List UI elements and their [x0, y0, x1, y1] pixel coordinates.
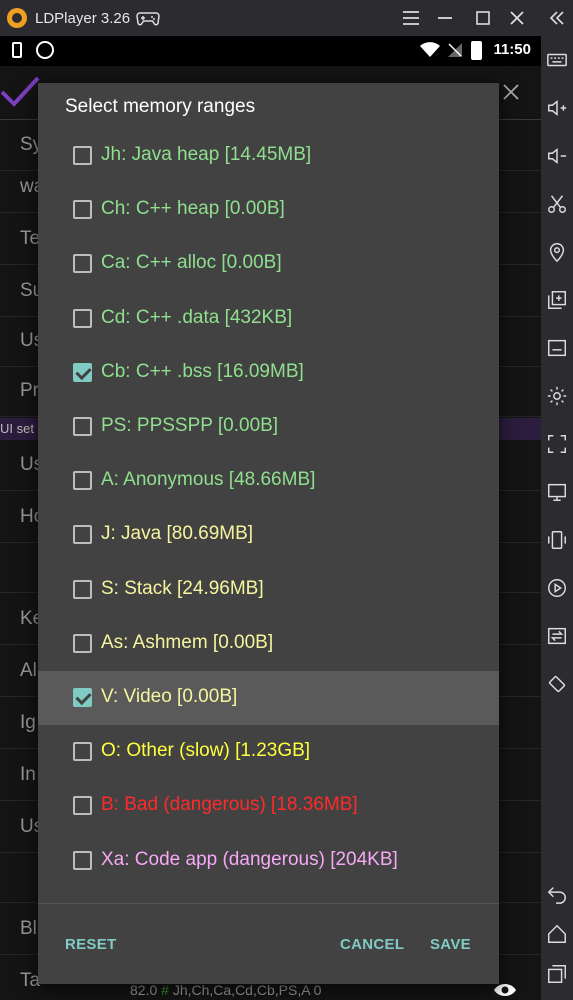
memory-range-option[interactable]: O: Other (slow) [1.23GB] — [38, 725, 499, 779]
eye-icon[interactable] — [493, 982, 517, 998]
status-time: 11:50 — [493, 41, 531, 58]
maximize-icon[interactable] — [471, 6, 495, 30]
shake-icon[interactable] — [545, 528, 569, 552]
checkmark-icon[interactable] — [0, 74, 40, 110]
macro-play-icon[interactable] — [545, 576, 569, 600]
memory-range-option[interactable]: J: Java [80.69MB] — [38, 508, 499, 562]
keyboard-icon[interactable] — [545, 48, 569, 72]
close-icon[interactable] — [505, 6, 529, 30]
collapse-sidebar-icon[interactable] — [545, 6, 569, 30]
checkbox[interactable] — [73, 796, 92, 816]
memory-range-label: Ch: C++ heap [0.00B] — [101, 198, 285, 220]
checkbox[interactable] — [73, 471, 92, 491]
memory-range-label: Ca: C++ alloc [0.00B] — [101, 252, 282, 274]
recent-apps-icon[interactable] — [545, 962, 569, 986]
memory-range-label: Jh: Java heap [14.45MB] — [101, 144, 312, 165]
emulator-title-bar: LDPlayer 3.26 — [0, 0, 573, 36]
memory-range-label: PS: PPSSPP [0.00B] — [101, 415, 279, 436]
settings-icon[interactable] — [545, 384, 569, 408]
memory-range-label: As: Ashmem [0.00B] — [101, 631, 274, 653]
memory-range-label: O: Other (slow) [1.23GB] — [101, 740, 311, 762]
gamepad-icon[interactable] — [136, 6, 160, 30]
cancel-button[interactable]: CANCEL — [340, 936, 404, 953]
minimize-icon[interactable] — [433, 6, 457, 30]
memory-ranges-dialog: Select memory ranges Jh: Java heap [14.4… — [38, 83, 499, 984]
back-icon[interactable] — [545, 882, 569, 906]
checkbox[interactable] — [73, 254, 92, 274]
checkbox[interactable] — [73, 850, 92, 870]
no-signal-icon — [447, 42, 463, 63]
checkbox[interactable] — [73, 525, 92, 545]
dialog-title: Select memory ranges — [65, 96, 256, 117]
memory-range-option[interactable]: V: Video [0.00B] — [38, 671, 499, 725]
checkbox[interactable] — [73, 688, 92, 707]
volume-down-icon[interactable] — [545, 144, 569, 168]
checkbox[interactable] — [73, 146, 92, 165]
checkbox[interactable] — [73, 200, 92, 220]
memory-range-option[interactable]: Ca: C++ alloc [0.00B] — [38, 237, 499, 291]
memory-range-option[interactable]: B: Bad (dangerous) [18.36MB] — [38, 779, 499, 833]
memory-range-option[interactable]: Xa: Code app (dangerous) [204KB] — [38, 834, 499, 888]
reset-button[interactable]: RESET — [65, 936, 117, 953]
memory-range-option[interactable]: Jh: Java heap [14.45MB] — [38, 129, 499, 183]
app-close-icon[interactable] — [503, 84, 519, 100]
memory-range-option[interactable]: Ch: C++ heap [0.00B] — [38, 183, 499, 237]
save-button[interactable]: SAVE — [430, 936, 471, 953]
home-icon[interactable] — [545, 922, 569, 946]
location-icon[interactable] — [545, 240, 569, 264]
checkbox[interactable] — [73, 742, 92, 762]
memory-range-label: Xa: Code app (dangerous) [204KB] — [101, 848, 398, 870]
ldplayer-logo-icon — [7, 8, 27, 28]
wifi-icon — [420, 42, 440, 63]
bottom-status-text: 82.0 # Jh,Ch,Ca,Cd,Cb,PS,A 0 — [130, 982, 322, 998]
app-notification-icon — [36, 41, 54, 59]
memory-range-label: J: Java [80.69MB] — [101, 523, 254, 545]
memory-range-option[interactable]: As: Ashmem [0.00B] — [38, 617, 499, 671]
phone-icon — [12, 42, 22, 58]
memory-range-option[interactable]: S: Stack [24.96MB] — [38, 563, 499, 617]
sync-icon[interactable] — [545, 624, 569, 648]
screen-record-icon[interactable] — [545, 480, 569, 504]
memory-range-label: Cb: C++ .bss [16.09MB] — [101, 360, 304, 382]
app-title: LDPlayer 3.26 — [35, 9, 131, 27]
memory-range-option[interactable]: PS: PPSSPP [0.00B] — [38, 400, 499, 454]
checkbox[interactable] — [73, 633, 92, 653]
emulator-window: LDPlayer 3.26 11:50 Sy wa Te Su Us Pr UI… — [0, 0, 573, 1000]
memory-range-label: Cd: C++ .data [432KB] — [101, 306, 293, 328]
emulator-toolbar — [541, 36, 573, 1000]
memory-range-option[interactable]: Cd: C++ .data [432KB] — [38, 292, 499, 346]
memory-range-option[interactable]: Cb: C++ .bss [16.09MB] — [38, 346, 499, 400]
apk-install-icon[interactable] — [545, 336, 569, 360]
rotate-icon[interactable] — [545, 672, 569, 696]
multi-instance-icon[interactable] — [545, 288, 569, 312]
memory-range-label: A: Anonymous [48.66MB] — [101, 469, 316, 491]
checkbox[interactable] — [73, 362, 92, 382]
memory-range-label: B: Bad (dangerous) [18.36MB] — [101, 794, 358, 816]
android-status-bar: 11:50 — [0, 36, 541, 66]
battery-charging-icon — [471, 41, 482, 60]
volume-up-icon[interactable] — [545, 96, 569, 120]
fullscreen-icon[interactable] — [545, 432, 569, 456]
scissors-icon[interactable] — [545, 192, 569, 216]
checkbox[interactable] — [73, 417, 92, 436]
memory-range-option[interactable]: A: Anonymous [48.66MB] — [38, 454, 499, 508]
checkbox[interactable] — [73, 579, 92, 599]
checkbox[interactable] — [73, 308, 92, 328]
memory-range-label: S: Stack [24.96MB] — [101, 577, 264, 599]
menu-icon[interactable] — [399, 6, 423, 30]
dialog-divider — [38, 903, 499, 904]
memory-range-label: V: Video [0.00B] — [101, 686, 238, 707]
